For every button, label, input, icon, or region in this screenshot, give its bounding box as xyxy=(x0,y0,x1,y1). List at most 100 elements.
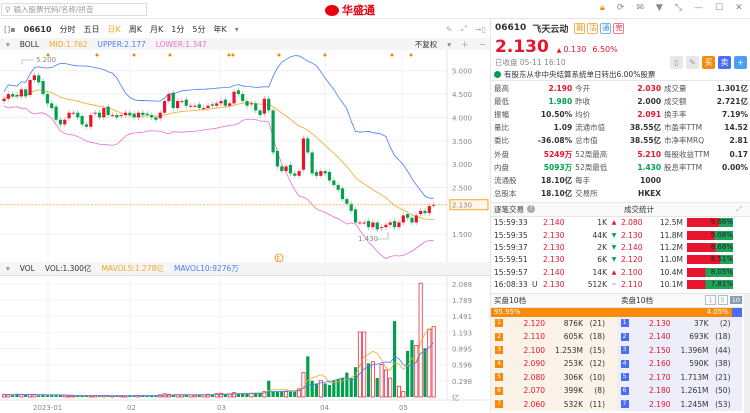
candle[interactable] xyxy=(37,72,41,86)
candle[interactable] xyxy=(89,112,93,130)
candlestick-chart[interactable]: 5.000 4.500 4.000 3.500 3.000 2.500 1.500 2.130… xyxy=(0,50,490,262)
candle[interactable] xyxy=(271,107,275,156)
candle[interactable] xyxy=(275,148,280,170)
candle[interactable] xyxy=(306,135,310,156)
candle[interactable] xyxy=(50,100,54,111)
candle[interactable] xyxy=(32,72,36,83)
close-icon[interactable]: ✕ xyxy=(735,3,743,13)
fullscreen-icon[interactable]: ⤢ xyxy=(460,24,466,34)
collapse-panel-icon[interactable]: →▯ xyxy=(475,25,486,34)
candle[interactable] xyxy=(419,207,423,217)
candle[interactable] xyxy=(258,107,262,118)
candle[interactable] xyxy=(414,212,418,226)
shrink-icon[interactable]: ⤡ xyxy=(675,3,682,13)
minimize-icon[interactable]: — xyxy=(694,3,703,13)
candle[interactable] xyxy=(371,219,375,230)
candle[interactable] xyxy=(171,89,175,111)
event-marker-icon[interactable] xyxy=(277,53,281,57)
bid-level[interactable]: 7 2.060 532K (11) xyxy=(491,397,617,412)
candle[interactable] xyxy=(15,92,19,100)
ask-level[interactable]: 3 2.150 1.396M (44) xyxy=(616,343,742,358)
candle[interactable] xyxy=(54,103,58,123)
ask-level[interactable]: 4 2.160 590K (38) xyxy=(616,357,742,371)
candle[interactable] xyxy=(58,116,63,128)
candle[interactable] xyxy=(97,109,102,121)
candle[interactable] xyxy=(410,215,414,226)
candle[interactable] xyxy=(136,109,141,121)
candle[interactable] xyxy=(162,98,167,116)
candle[interactable] xyxy=(115,112,119,121)
candle[interactable] xyxy=(319,168,323,179)
event-marker-icon[interactable] xyxy=(95,53,99,57)
ask-level[interactable]: 2 2.140 693K (18) xyxy=(616,330,742,344)
shirt-icon[interactable]: ▼ xyxy=(656,3,663,13)
candle[interactable] xyxy=(366,218,371,230)
candle[interactable] xyxy=(323,168,327,177)
tab-week-k[interactable]: 周K xyxy=(129,24,142,35)
candle[interactable] xyxy=(123,109,128,118)
ask-level[interactable]: 7 2.190 1.245M (53) xyxy=(616,397,742,412)
bid-level[interactable]: 3 2.100 1.253M (15) xyxy=(491,343,617,358)
candle[interactable] xyxy=(76,109,80,121)
candle[interactable] xyxy=(297,168,301,179)
candle[interactable] xyxy=(267,95,271,114)
tab-timeshare[interactable]: 分时 xyxy=(60,24,76,35)
candle[interactable] xyxy=(106,103,110,118)
volume-chart[interactable]: 2.088 1.789 1.491 1.193 0.895 0.596 0.298 亿 2023… xyxy=(0,276,490,413)
event-marker-icon[interactable] xyxy=(231,53,235,57)
candle[interactable] xyxy=(262,95,266,117)
candle[interactable] xyxy=(375,219,379,233)
adjust-dropdown[interactable]: 不复权 xyxy=(415,39,438,50)
candle[interactable] xyxy=(80,113,84,128)
candle[interactable] xyxy=(206,102,210,111)
candle[interactable] xyxy=(158,109,162,122)
candle[interactable] xyxy=(388,219,392,228)
candle[interactable] xyxy=(128,109,132,118)
candle[interactable] xyxy=(249,100,253,108)
period-dropdown-icon[interactable]: ▾ xyxy=(235,25,239,34)
candle[interactable] xyxy=(180,98,184,104)
candle[interactable] xyxy=(393,218,397,230)
zoom-in-icon[interactable]: ＋ xyxy=(461,39,469,50)
depth-5-button[interactable]: 5 xyxy=(717,295,728,306)
candle[interactable] xyxy=(71,109,76,116)
candle[interactable] xyxy=(327,169,332,184)
candle[interactable] xyxy=(232,88,236,107)
candle[interactable] xyxy=(254,100,258,114)
candle[interactable] xyxy=(215,100,219,109)
event-marker-icon[interactable] xyxy=(409,53,413,57)
draw-pen-icon[interactable]: ✎ xyxy=(446,25,453,34)
ask-level[interactable]: 5 2.170 1.713M (21) xyxy=(616,370,742,385)
buy-button[interactable]: 买 xyxy=(702,56,715,69)
tab-1min[interactable]: 1分 xyxy=(171,24,184,35)
candle[interactable] xyxy=(184,96,188,109)
note-icon[interactable]: ✎ xyxy=(686,56,699,69)
candle[interactable] xyxy=(132,110,136,121)
candle[interactable] xyxy=(241,91,245,104)
candle[interactable] xyxy=(145,110,149,118)
candle[interactable] xyxy=(314,169,319,179)
ask-level[interactable]: 1 2.130 37K (2) xyxy=(616,316,742,331)
depth-10-button[interactable]: 10 xyxy=(729,296,742,305)
tab-5min[interactable]: 5分 xyxy=(192,24,205,35)
bid-level[interactable]: 5 2.080 306K (10) xyxy=(491,370,617,385)
zoom-out-icon[interactable]: － xyxy=(479,39,487,50)
candle[interactable] xyxy=(236,87,240,97)
mail-icon[interactable]: ✉ xyxy=(636,3,644,13)
candle[interactable] xyxy=(19,86,23,100)
expand-icon[interactable]: ⤢ xyxy=(736,204,742,214)
candle[interactable] xyxy=(362,219,366,226)
sell-button[interactable]: 卖 xyxy=(718,56,731,69)
tab-month-k[interactable]: 月K xyxy=(150,24,163,35)
candle[interactable] xyxy=(245,98,249,109)
scrollbar[interactable] xyxy=(744,294,750,413)
event-marker-icon[interactable] xyxy=(390,53,394,57)
candle[interactable] xyxy=(427,203,431,216)
candle[interactable] xyxy=(197,101,201,111)
bid-level[interactable]: 1 2.120 876K (21) xyxy=(491,316,617,331)
candle[interactable] xyxy=(63,116,67,128)
tab-five-day[interactable]: 五日 xyxy=(84,24,100,35)
candle[interactable] xyxy=(284,163,288,174)
stock-search-input[interactable]: ⚲ 输入股票代码/名称/拼音 xyxy=(1,3,147,16)
candle[interactable] xyxy=(280,163,284,174)
